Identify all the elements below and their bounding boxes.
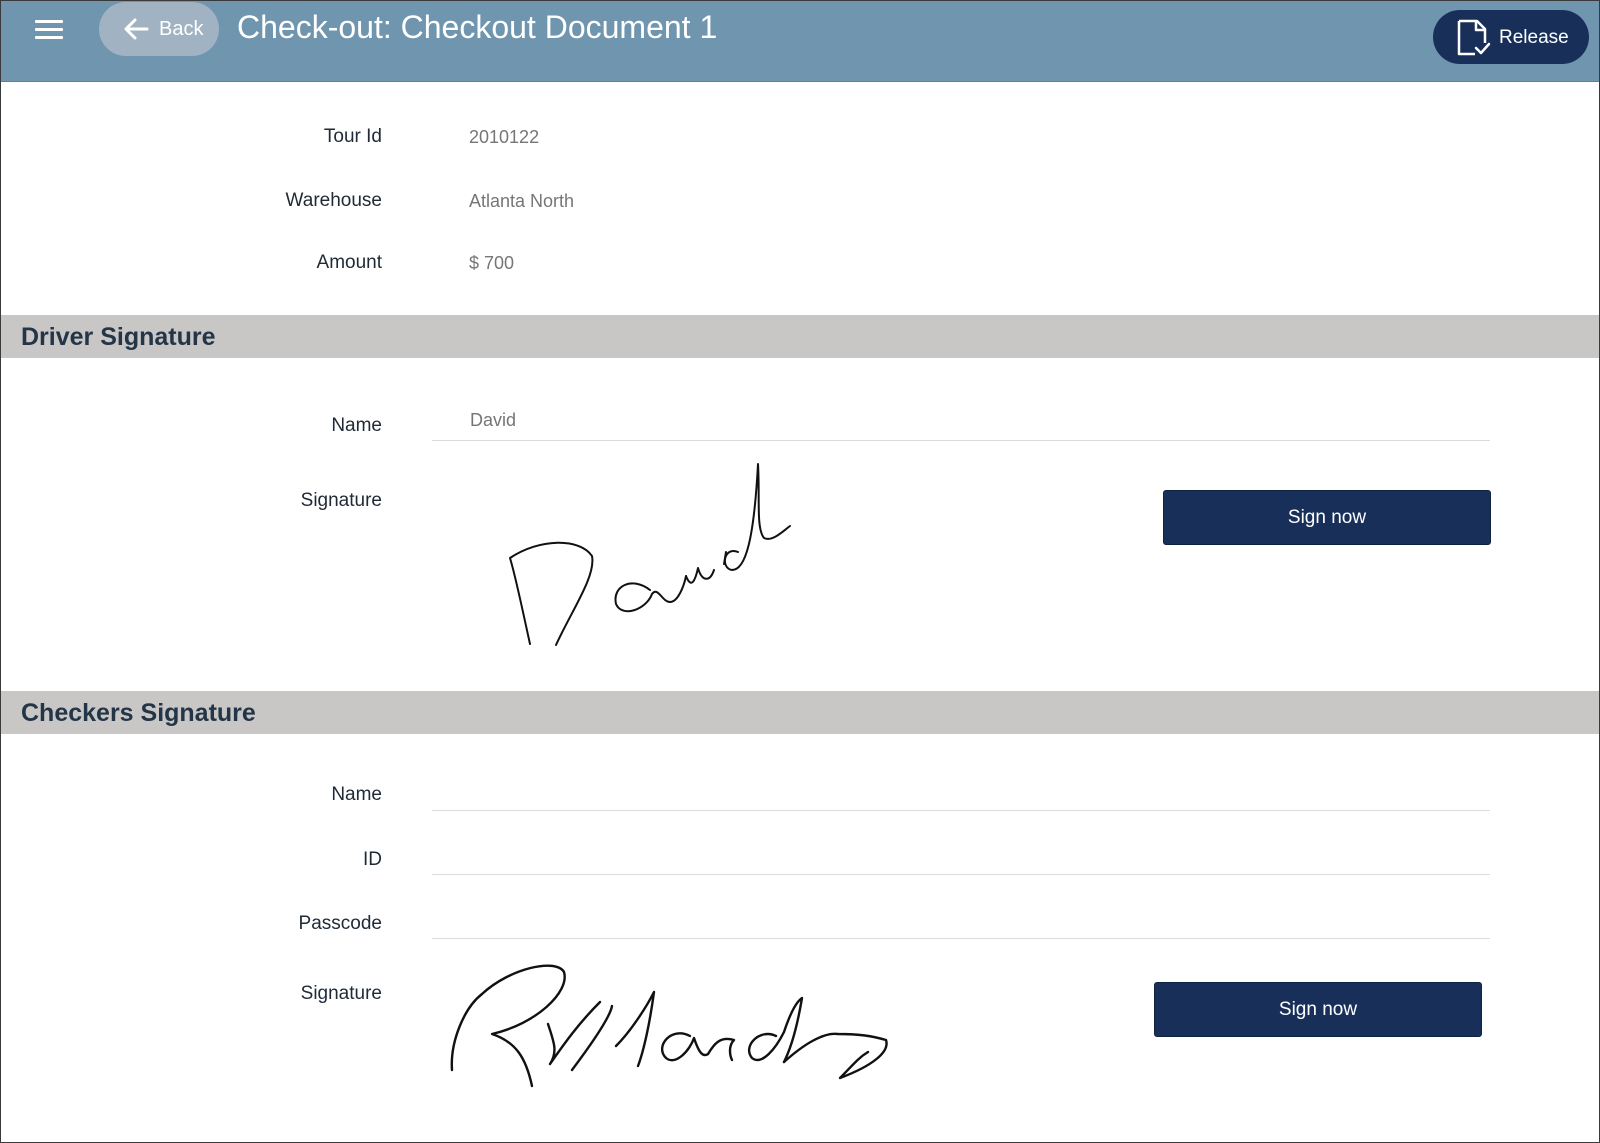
tour-id-value: 2010122: [469, 127, 540, 147]
checkers-passcode-field[interactable]: [432, 898, 1490, 939]
checkers-passcode-label: Passcode: [298, 913, 382, 934]
driver-section-title: Driver Signature: [21, 323, 216, 351]
driver-sign-now-button[interactable]: Sign now: [1163, 490, 1491, 545]
document-check-icon: [1457, 19, 1491, 56]
amount-label: Amount: [316, 252, 382, 273]
arrow-left-icon: [124, 18, 149, 40]
page-title: Check-out: Checkout Document 1: [237, 9, 718, 45]
driver-signature-image: [509, 463, 791, 646]
tour-id-label: Tour Id: [323, 126, 382, 147]
checkers-signature-label: Signature: [300, 983, 382, 1004]
driver-signature-section-header: Driver Signature: [1, 315, 1599, 358]
back-button[interactable]: Back: [99, 2, 219, 56]
amount-value: $ 700: [469, 253, 515, 273]
warehouse-value: Atlanta North: [469, 191, 575, 211]
checkers-section-title: Checkers Signature: [21, 699, 256, 727]
hamburger-menu-icon[interactable]: [33, 17, 65, 43]
warehouse-label: Warehouse: [285, 190, 382, 211]
driver-signature-label: Signature: [300, 490, 382, 511]
checkers-id-field[interactable]: [432, 834, 1490, 875]
driver-name-label: Name: [331, 415, 382, 436]
checkers-id-label: ID: [363, 849, 382, 870]
checkers-signature-section-header: Checkers Signature: [1, 691, 1599, 734]
driver-name-field[interactable]: David: [432, 400, 1490, 441]
checkers-signature-image: [450, 964, 888, 1088]
top-bar: Back Check-out: Checkout Document 1 Rele…: [1, 1, 1599, 82]
back-button-label: Back: [159, 18, 204, 40]
checkers-name-label: Name: [331, 784, 382, 805]
driver-name-value: David: [470, 410, 517, 430]
release-button-label: Release: [1499, 27, 1569, 48]
checkers-name-field[interactable]: [432, 770, 1490, 811]
release-button[interactable]: Release: [1433, 10, 1589, 64]
checkers-sign-now-button[interactable]: Sign now: [1154, 982, 1482, 1037]
